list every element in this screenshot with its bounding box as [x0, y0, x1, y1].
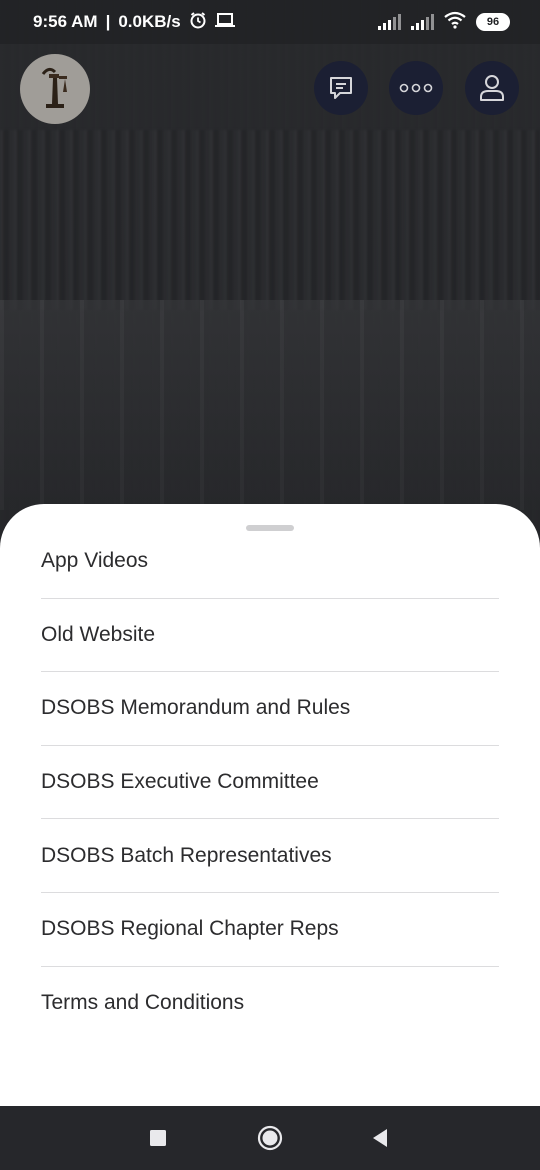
status-speed: 0.0KB/s	[118, 12, 181, 31]
menu-item-executive-committee[interactable]: DSOBS Executive Committee	[41, 746, 499, 820]
more-icon	[399, 83, 433, 93]
recents-icon	[150, 1130, 166, 1146]
battery-icon: 96	[476, 13, 510, 31]
background-trees	[0, 130, 540, 310]
menu-item-terms-conditions[interactable]: Terms and Conditions	[41, 967, 499, 1041]
more-button[interactable]	[389, 61, 443, 115]
signal-icon	[378, 14, 401, 30]
status-separator: |	[105, 12, 111, 31]
back-icon	[373, 1129, 387, 1147]
menu-list: App Videos Old Website DSOBS Memorandum …	[41, 525, 499, 1040]
background-building	[0, 300, 540, 510]
lamp-logo-icon	[41, 67, 67, 108]
chat-icon	[330, 77, 352, 99]
alarm-icon	[189, 11, 207, 34]
laptop-icon	[214, 12, 235, 33]
home-button[interactable]	[240, 1106, 300, 1170]
menu-item-app-videos[interactable]: App Videos	[41, 525, 499, 599]
menu-item-memorandum-rules[interactable]: DSOBS Memorandum and Rules	[41, 672, 499, 746]
wifi-icon	[444, 11, 466, 34]
org-logo[interactable]	[20, 54, 90, 124]
menu-item-regional-chapter-reps[interactable]: DSOBS Regional Chapter Reps	[41, 893, 499, 967]
status-bar: 9:56 AM | 0.0KB/s 96	[0, 0, 540, 44]
bottom-sheet: App Videos Old Website DSOBS Memorandum …	[0, 504, 540, 1106]
navigation-bar	[0, 1106, 540, 1170]
back-button[interactable]	[350, 1106, 410, 1170]
profile-icon	[480, 75, 504, 101]
recents-button[interactable]	[128, 1106, 188, 1170]
status-time: 9:56 AM	[33, 12, 98, 31]
menu-item-old-website[interactable]: Old Website	[41, 599, 499, 673]
signal-icon	[411, 14, 434, 30]
menu-item-batch-representatives[interactable]: DSOBS Batch Representatives	[41, 819, 499, 893]
profile-button[interactable]	[465, 61, 519, 115]
home-icon	[257, 1125, 283, 1151]
chat-button[interactable]	[314, 61, 368, 115]
